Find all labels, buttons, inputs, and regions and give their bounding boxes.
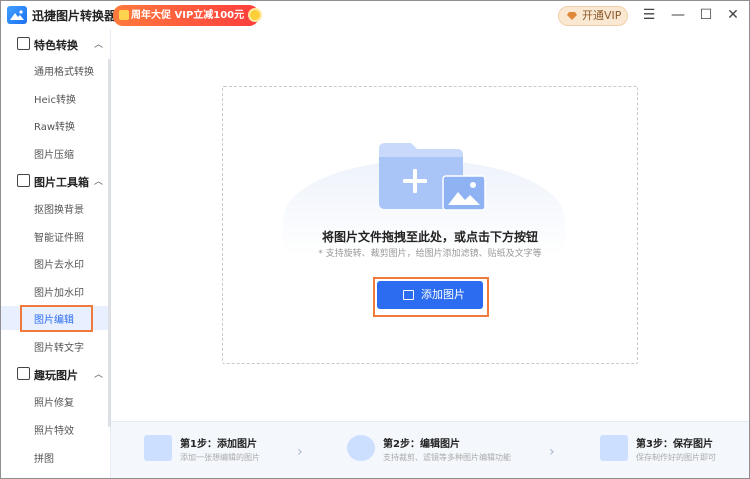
add-image-icon	[144, 435, 172, 461]
sidebar-item[interactable]: 图片加水印	[1, 279, 109, 303]
sidebar-category-toolbox[interactable]: 图片工具箱 ︿	[1, 168, 109, 194]
sidebar-item[interactable]: Raw转换	[1, 113, 109, 137]
vip-button-label: 开通VIP	[582, 9, 622, 22]
chevron-up-icon: ︿	[94, 370, 104, 380]
sidebar-item-label: 图片去水印	[34, 260, 84, 271]
step-desc: 添加一张想编辑的图片	[180, 453, 260, 462]
diamond-icon	[567, 12, 577, 20]
sidebar-item[interactable]: 智能证件照	[1, 224, 109, 248]
menu-icon[interactable]: ☰	[639, 5, 659, 25]
promo-label: 周年大促 VIP立减100元	[131, 10, 245, 21]
sidebar-item-label: Raw转换	[34, 122, 76, 133]
app-title: 迅捷图片转换器	[32, 9, 117, 23]
sidebar-item[interactable]: 图片转文字	[1, 334, 109, 358]
gear-icon	[347, 435, 375, 461]
maximize-icon[interactable]: ☐	[696, 5, 716, 25]
toolbox-icon	[17, 174, 30, 187]
category-label: 图片工具箱	[34, 176, 89, 189]
step-title: 第2步：编辑图片	[383, 439, 460, 450]
drop-zone[interactable]	[222, 86, 638, 364]
image-icon	[403, 290, 414, 300]
sidebar-item[interactable]: 抠图换背景	[1, 196, 109, 220]
sidebar: 特色转换 ︿ 通用格式转换 Heic转换 Raw转换 图片压缩 图片工具箱 ︿ …	[1, 29, 111, 478]
chevron-right-icon: ›	[549, 444, 555, 460]
step-title: 第1步：添加图片	[180, 439, 257, 450]
coin-icon	[248, 8, 262, 22]
minimize-icon[interactable]: —	[668, 5, 688, 25]
category-label: 趣玩图片	[34, 369, 78, 382]
image-fun-icon	[17, 367, 30, 380]
app-logo-icon	[7, 6, 27, 24]
chevron-up-icon: ︿	[94, 40, 104, 50]
category-label: 特色转换	[34, 39, 78, 52]
sidebar-item-label: 照片修复	[34, 398, 74, 409]
sidebar-item-label: 抠图换背景	[34, 205, 84, 216]
sidebar-category-fun[interactable]: 趣玩图片 ︿	[1, 361, 109, 387]
chevron-right-icon: ›	[297, 444, 303, 460]
sidebar-item[interactable]: 图片去水印	[1, 251, 109, 275]
sidebar-item-label: 图片转文字	[34, 343, 84, 354]
folder-add-icon	[377, 139, 487, 214]
promo-banner[interactable]: 周年大促 VIP立减100元	[113, 5, 262, 26]
step-desc: 支持裁剪、滤镜等多种图片编辑功能	[383, 453, 511, 462]
gift-icon	[119, 10, 129, 20]
sidebar-item[interactable]: 照片特效	[1, 417, 109, 441]
sidebar-item-label: 智能证件照	[34, 233, 84, 244]
sidebar-item-label: 拼图	[34, 454, 54, 465]
save-image-icon	[600, 435, 628, 461]
sidebar-item[interactable]: 照片修复	[1, 389, 109, 413]
step-title: 第3步：保存图片	[636, 439, 713, 450]
sidebar-item-label: 图片压缩	[34, 150, 74, 161]
sidebar-item-label: 通用格式转换	[34, 67, 94, 78]
step-desc: 保存制作好的图片即可	[636, 453, 716, 462]
sidebar-item-label: Heic转换	[34, 95, 76, 106]
sidebar-item[interactable]: 通用格式转换	[1, 58, 109, 82]
add-image-button-label: 添加图片	[421, 288, 465, 301]
drop-zone-subtitle: * 支持旋转、裁剪图片，给图片添加滤镜、贴纸及文字等	[318, 249, 542, 259]
active-item-highlight	[20, 305, 93, 332]
main-panel: 将图片文件拖拽至此处，或点击下方按钮 * 支持旋转、裁剪图片，给图片添加滤镜、贴…	[111, 29, 749, 478]
drop-zone-title: 将图片文件拖拽至此处，或点击下方按钮	[321, 230, 538, 244]
add-image-button[interactable]: 添加图片	[377, 281, 483, 309]
sidebar-item-label: 图片加水印	[34, 288, 84, 299]
sidebar-item-label: 照片特效	[34, 426, 74, 437]
chevron-up-icon: ︿	[94, 177, 104, 187]
title-bar: 迅捷图片转换器 周年大促 VIP立减100元 开通VIP ☰ — ☐ ✕	[1, 1, 749, 29]
close-icon[interactable]: ✕	[723, 5, 743, 25]
vip-button[interactable]: 开通VIP	[558, 6, 628, 26]
sidebar-item[interactable]: 图片压缩	[1, 141, 109, 165]
steps-bar: 第1步：添加图片 添加一张想编辑的图片 › 第2步：编辑图片 支持裁剪、滤镜等多…	[111, 421, 749, 478]
sidebar-item[interactable]: 拼图	[1, 445, 109, 469]
format-icon	[17, 37, 30, 50]
sidebar-item[interactable]: Heic转换	[1, 86, 109, 110]
sidebar-category-special-convert[interactable]: 特色转换 ︿	[1, 31, 109, 57]
